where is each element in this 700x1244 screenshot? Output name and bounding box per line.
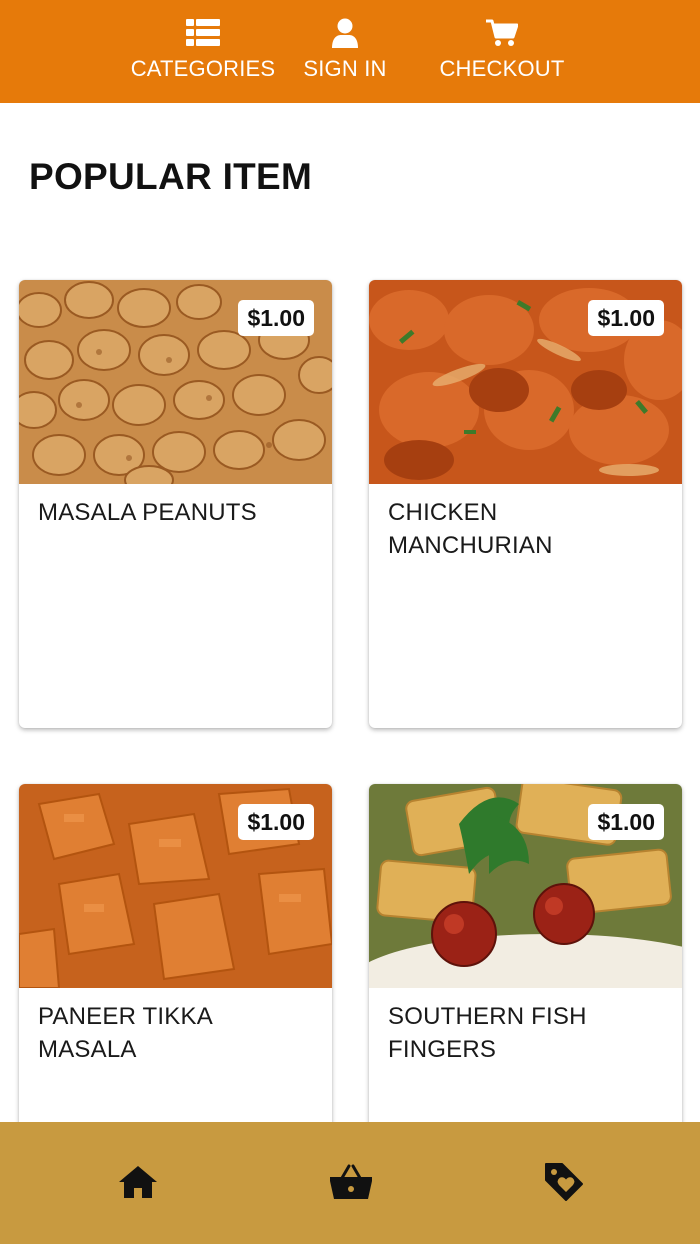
- basket-button[interactable]: [327, 1160, 375, 1208]
- product-name: CHICKEN MANCHURIAN: [388, 499, 553, 559]
- nav-sign-in-label: SIGN IN: [303, 56, 387, 81]
- product-name: PANEER TIKKA MASALA: [38, 1003, 212, 1063]
- product-image: $1.00: [19, 280, 332, 484]
- page-title: POPULAR ITEM: [29, 156, 313, 197]
- user-icon: [325, 16, 365, 50]
- price-badge: $1.00: [238, 804, 314, 840]
- app-root: CATEGORIES SIGN IN CHECKOUT POPULAR ITEM…: [0, 0, 700, 1244]
- list-icon: [183, 16, 223, 50]
- nav-categories[interactable]: CATEGORIES: [130, 16, 276, 82]
- product-name: SOUTHERN FISH FINGERS: [388, 1003, 587, 1063]
- price-badge: $1.00: [588, 804, 664, 840]
- basket-icon: [329, 1164, 373, 1205]
- product-card-masala-peanuts[interactable]: $1.00 MASALA PEANUTS: [19, 280, 332, 728]
- deals-button[interactable]: [540, 1160, 588, 1208]
- product-card-chicken-manchurian[interactable]: $1.00 CHICKEN MANCHURIAN: [369, 280, 682, 728]
- product-image: $1.00: [19, 784, 332, 988]
- price-badge: $1.00: [238, 300, 314, 336]
- price-badge: $1.00: [588, 300, 664, 336]
- product-name: MASALA PEANUTS: [38, 499, 257, 526]
- nav-categories-label: CATEGORIES: [130, 56, 276, 81]
- tag-heart-icon: [544, 1162, 584, 1207]
- product-card-southern-fish-fingers[interactable]: $1.00 SOUTHERN FISH FINGERS: [369, 784, 682, 1164]
- product-image: $1.00: [369, 280, 682, 484]
- product-card-paneer-tikka-masala[interactable]: $1.00 PANEER TIKKA MASALA: [19, 784, 332, 1164]
- home-button[interactable]: [114, 1160, 162, 1208]
- nav-sign-in[interactable]: SIGN IN: [295, 16, 395, 82]
- bottom-nav-bar: [0, 1122, 700, 1244]
- home-icon: [118, 1165, 158, 1204]
- top-nav-bar: CATEGORIES SIGN IN CHECKOUT: [0, 0, 700, 103]
- nav-checkout[interactable]: CHECKOUT: [437, 16, 567, 82]
- nav-checkout-label: CHECKOUT: [439, 56, 565, 81]
- product-image: $1.00: [369, 784, 682, 988]
- cart-icon: [482, 16, 522, 50]
